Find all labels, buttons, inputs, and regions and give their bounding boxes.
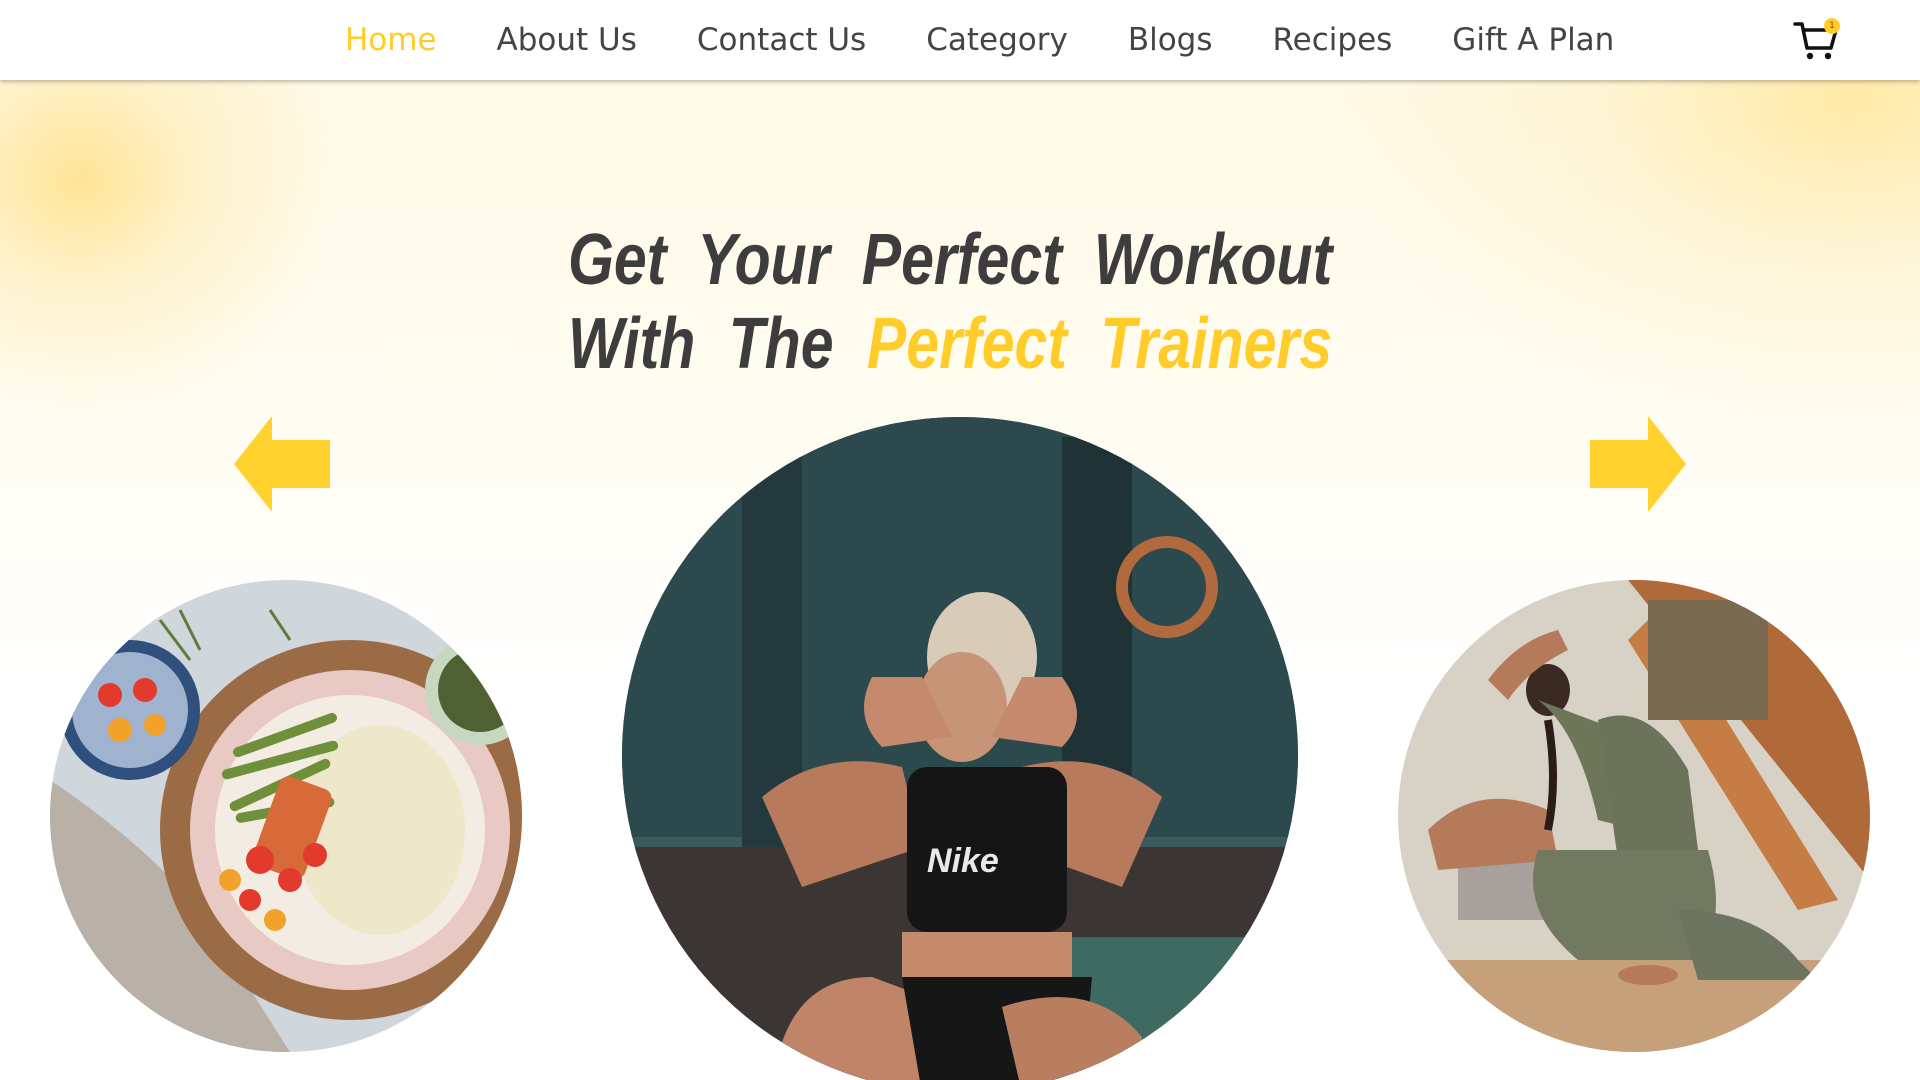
arrow-left-icon (234, 416, 330, 512)
hero-headline: Get Your Perfect Workout With The Perfec… (568, 218, 1332, 386)
headline-line-2: With The Perfect Trainers (568, 304, 1332, 384)
nav-item-category[interactable]: Category (926, 22, 1068, 58)
nav-item-gift-a-plan[interactable]: Gift A Plan (1452, 22, 1614, 58)
nav-item-home[interactable]: Home (345, 22, 437, 58)
headline-line-2-plain: With The (568, 304, 867, 384)
hero-section: Get Your Perfect Workout With The Perfec… (0, 80, 1920, 1080)
cart-button[interactable]: 1 (1792, 16, 1840, 64)
woman-doing-situps-image: Nike (622, 417, 1298, 1080)
yoga-pose-image (1398, 580, 1870, 1052)
healthy-meal-bowl-image (50, 580, 522, 1052)
headline-accent: Perfect Trainers (866, 304, 1333, 384)
slide-yoga[interactable] (1398, 580, 1870, 1052)
nav-item-blogs[interactable]: Blogs (1128, 22, 1213, 58)
headline-line-1: Get Your Perfect Workout (568, 220, 1333, 300)
prev-slide-button[interactable] (234, 416, 330, 512)
nav-item-contact-us[interactable]: Contact Us (697, 22, 866, 58)
svg-text:Nike: Nike (927, 842, 999, 880)
nav-item-about-us[interactable]: About Us (497, 22, 637, 58)
slide-trainer-workout[interactable]: Nike (622, 417, 1298, 1080)
nav-menu: Home About Us Contact Us Category Blogs … (345, 0, 1614, 80)
slide-healthy-meal[interactable] (50, 580, 522, 1052)
cart-count-badge: 1 (1824, 18, 1840, 34)
next-slide-button[interactable] (1590, 416, 1686, 512)
top-navbar: Home About Us Contact Us Category Blogs … (0, 0, 1920, 80)
nav-item-recipes[interactable]: Recipes (1273, 22, 1393, 58)
arrow-right-icon (1590, 416, 1686, 512)
